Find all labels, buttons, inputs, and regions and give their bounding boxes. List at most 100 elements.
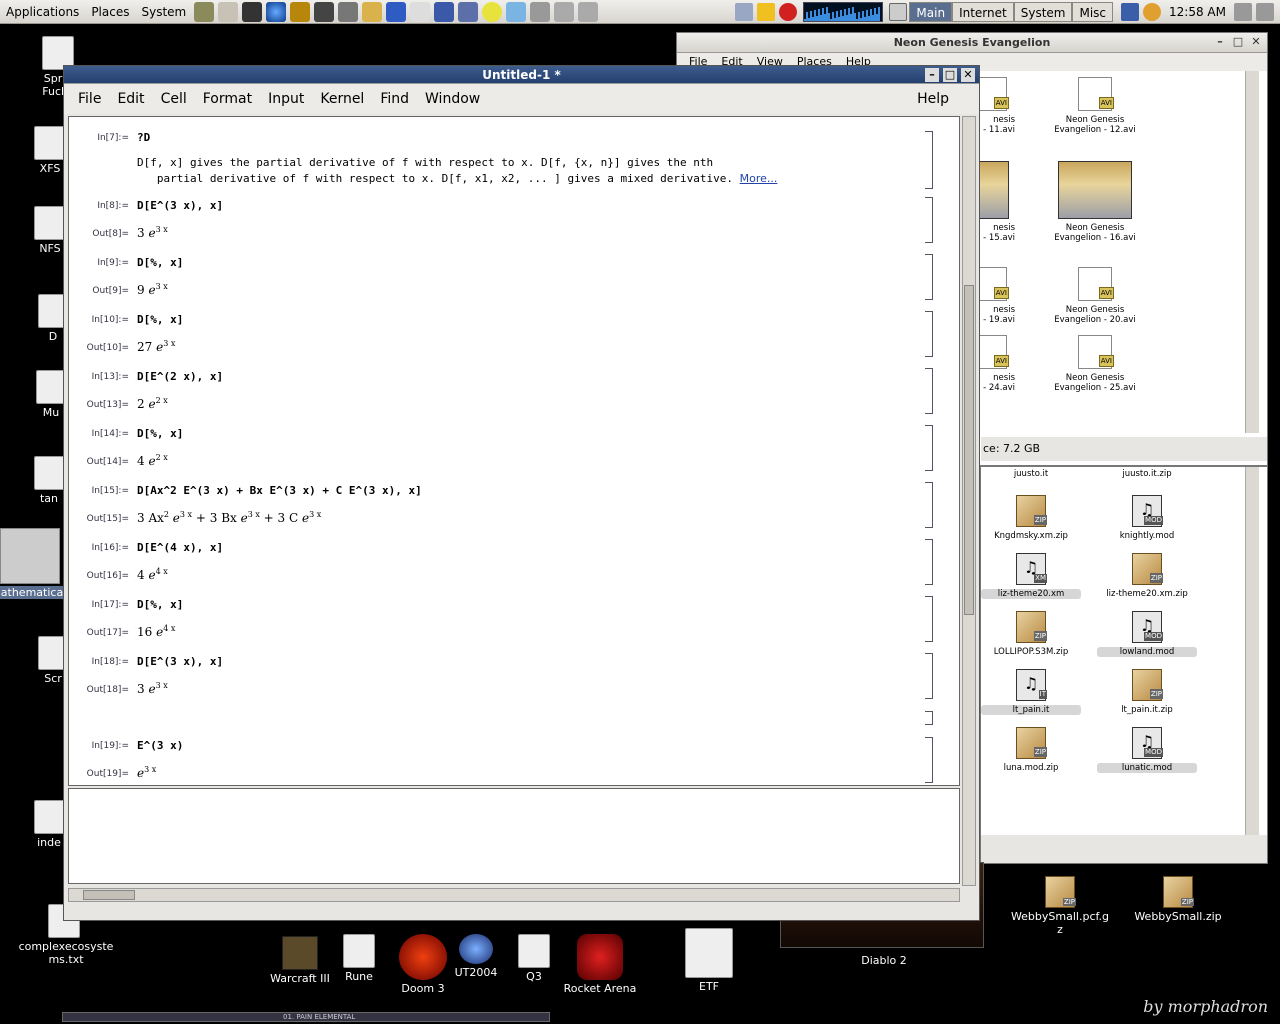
monitor-icon[interactable] [735, 2, 754, 21]
file-item[interactable]: liz-theme20.xm.zip [1097, 553, 1197, 599]
menu-file[interactable]: File [78, 91, 101, 107]
file-item[interactable]: juusto.it.zip [1097, 469, 1197, 479]
stop-icon[interactable] [779, 2, 798, 21]
notebook-cell[interactable]: In[15]:= D[Ax^2 E^(3 x) + Bx E^(3 x) + C… [69, 482, 939, 528]
user-icon[interactable] [1143, 2, 1162, 21]
dock-item-ut2004[interactable]: UT2004 [450, 934, 502, 979]
terminal-launcher-icon[interactable] [242, 1, 263, 22]
camera-launcher-icon[interactable] [338, 1, 359, 22]
cell-bracket[interactable] [925, 368, 933, 414]
cell-bracket[interactable] [925, 197, 933, 243]
home-launcher-icon[interactable] [218, 1, 239, 22]
volume2-icon[interactable] [1256, 2, 1274, 21]
applications-menu[interactable]: Applications [0, 0, 85, 24]
workspace-system[interactable]: System [1013, 1, 1073, 22]
mail-launcher-icon[interactable] [290, 1, 311, 22]
file-item[interactable]: ♫ liz-theme20.xm [981, 553, 1081, 599]
warning-icon[interactable] [757, 2, 776, 21]
notebook-vertical-scrollbar[interactable] [962, 116, 976, 886]
menu-cell[interactable]: Cell [161, 91, 187, 107]
file-item[interactable]: ♫ knightly.mod [1097, 495, 1197, 541]
music-window-scrollbar[interactable] [1245, 467, 1259, 835]
desktop-icon[interactable]: inde [34, 800, 66, 849]
notebook-cell[interactable]: In[10]:= D[%, x] Out[10]= 27 ℯ3 x [69, 311, 939, 357]
dock-item-diablo2[interactable]: Diablo 2 [846, 954, 922, 967]
chat-launcher-icon[interactable] [482, 1, 503, 22]
settings-launcher-icon[interactable] [530, 1, 551, 22]
tool2-launcher-icon[interactable] [578, 1, 599, 22]
input-expression[interactable]: D[Ax^2 E^(3 x) + Bx E^(3 x) + C E^(3 x),… [137, 484, 422, 497]
menu-input[interactable]: Input [268, 91, 304, 107]
minimize-icon[interactable]: – [925, 68, 939, 82]
file-item[interactable]: ♫ lowland.mod [1097, 611, 1197, 657]
dock-item-q3[interactable]: Q3 [512, 934, 556, 983]
notebook-cell[interactable]: In[7]:= ?D D[f, x] gives the partial der… [69, 129, 939, 189]
media-player-bar[interactable]: 01. PAIN ELEMENTAL [62, 1012, 550, 1022]
notebook-cell[interactable]: In[14]:= D[%, x] Out[14]= 4 ℯ2 x [69, 425, 939, 471]
workspace-misc[interactable]: Misc [1072, 1, 1114, 22]
input-expression[interactable]: E^(3 x) [137, 739, 183, 752]
cell-bracket[interactable] [925, 596, 933, 642]
minimize-icon[interactable]: – [1213, 35, 1227, 49]
menu-kernel[interactable]: Kernel [320, 91, 364, 107]
notebook-cell[interactable]: In[16]:= D[E^(4 x), x] Out[16]= 4 ℯ4 x [69, 539, 939, 585]
app-launcher-icon[interactable] [314, 1, 335, 22]
file-item[interactable]: Neon Genesis Evangelion - 12.avi [1045, 77, 1145, 135]
more-link[interactable]: More... [740, 172, 778, 185]
file-item[interactable]: lt_pain.it.zip [1097, 669, 1197, 715]
file-item[interactable]: Neon Genesis Evangelion - 25.avi [1045, 335, 1145, 393]
file-item[interactable]: juusto.it [981, 469, 1081, 479]
folder-launcher-icon[interactable] [362, 1, 383, 22]
trash-launcher-icon[interactable] [194, 1, 215, 22]
menu-help[interactable]: Help [917, 91, 949, 107]
input-expression[interactable]: D[E^(4 x), x] [137, 541, 223, 554]
input-expression[interactable]: D[E^(3 x), x] [137, 655, 223, 668]
cell-bracket[interactable] [925, 653, 933, 699]
notebook-cell[interactable]: In[18]:= D[E^(3 x), x] Out[18]= 3 ℯ3 x [69, 653, 939, 699]
dock-item-warcraft[interactable]: Warcraft III [266, 936, 334, 985]
file-item[interactable]: ♫ lt_pain.it [981, 669, 1081, 715]
workspace-internet[interactable]: Internet [952, 1, 1014, 22]
input-expression[interactable]: D[%, x] [137, 256, 183, 269]
keyboard-icon[interactable] [1121, 2, 1140, 21]
desktop-icon[interactable]: Mu [36, 370, 68, 419]
editor-launcher-icon[interactable] [386, 1, 407, 22]
calculator-launcher-icon[interactable] [410, 1, 431, 22]
file-item[interactable]: Kngdmsky.xm.zip [981, 495, 1081, 541]
input-expression[interactable]: D[%, x] [137, 427, 183, 440]
notebook-horizontal-scrollbar[interactable] [68, 888, 960, 902]
menu-format[interactable]: Format [203, 91, 252, 107]
file-item[interactable]: LOLLIPOP.S3M.zip [981, 611, 1081, 657]
clock[interactable]: 12:58 AM [1169, 5, 1226, 19]
file-item[interactable]: Neon Genesis Evangelion - 20.avi [1045, 267, 1145, 325]
notebook-cell[interactable]: In[17]:= D[%, x] Out[17]= 16 ℯ4 x [69, 596, 939, 642]
notebook-empty-area[interactable] [68, 788, 960, 884]
cell-bracket[interactable] [925, 131, 933, 189]
notebook-cell[interactable]: In[19]:= E^(3 x) Out[19]= ℯ3 x [69, 737, 939, 783]
cell-bracket[interactable] [925, 425, 933, 471]
dock-item-rocket-arena[interactable]: Rocket Arena [560, 934, 640, 995]
teamspeak-launcher-icon[interactable] [458, 1, 479, 22]
cell-bracket[interactable] [925, 311, 933, 357]
desktop-icon-selected[interactable]: athematica [0, 528, 64, 599]
globe-launcher-icon[interactable] [434, 1, 455, 22]
notebook-cell[interactable]: In[13]:= D[E^(2 x), x] Out[13]= 2 ℯ2 x [69, 368, 939, 414]
file-browser-titlebar[interactable]: Neon Genesis Evangelion – □ ✕ [677, 33, 1267, 53]
system-menu[interactable]: System [135, 0, 192, 24]
cell-bracket[interactable] [925, 482, 933, 528]
file-browser-scrollbar[interactable] [1245, 71, 1259, 433]
screenshot-icon[interactable] [889, 2, 908, 21]
cell-bracket[interactable] [925, 711, 933, 725]
dock-item-rune[interactable]: Rune [336, 934, 382, 983]
input-expression[interactable]: D[%, x] [137, 313, 183, 326]
maximize-icon[interactable]: □ [1231, 35, 1245, 49]
menu-edit[interactable]: Edit [117, 91, 144, 107]
empty-cell[interactable] [69, 711, 939, 725]
notebook-cell[interactable]: In[8]:= D[E^(3 x), x] Out[8]= 3 ℯ3 x [69, 197, 939, 243]
notebook-cell[interactable]: In[9]:= D[%, x] Out[9]= 9 ℯ3 x [69, 254, 939, 300]
close-icon[interactable]: ✕ [961, 68, 975, 82]
desktop-icon[interactable]: tan [34, 456, 66, 505]
cell-bracket[interactable] [925, 737, 933, 783]
file-item[interactable]: luna.mod.zip [981, 727, 1081, 773]
dock-item-etf[interactable]: ETF [682, 928, 736, 993]
